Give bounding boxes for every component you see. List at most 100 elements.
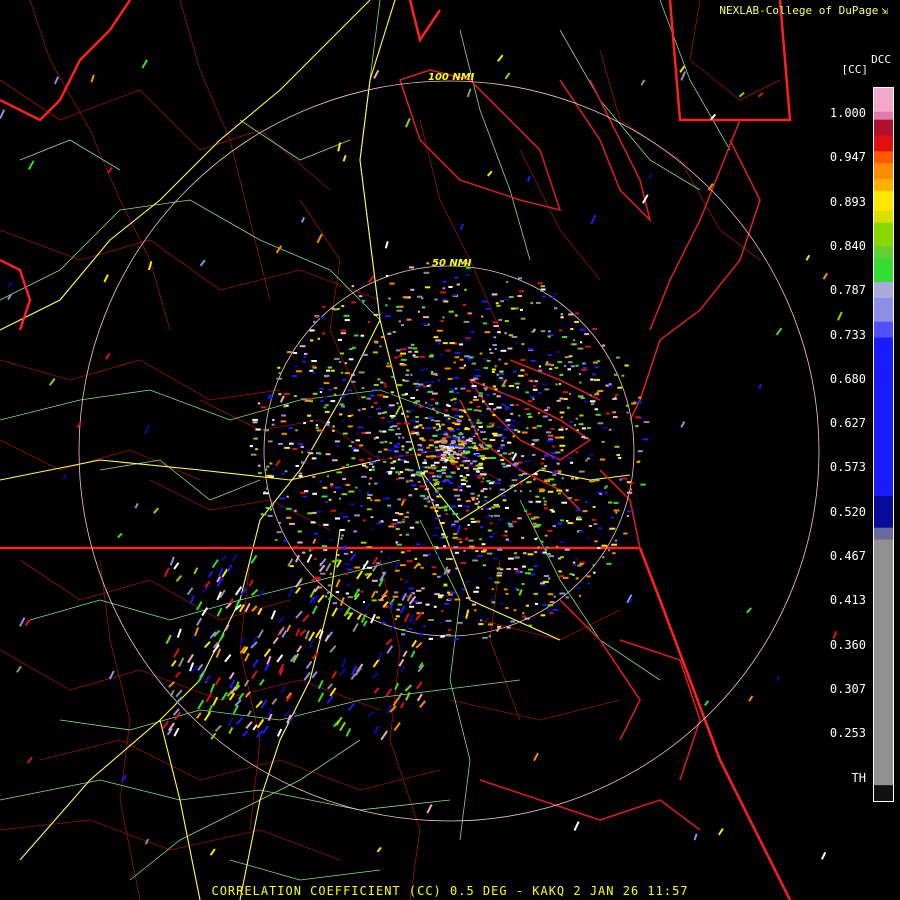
radar-return	[540, 330, 546, 333]
radar-return	[359, 459, 364, 462]
radar-return	[407, 378, 410, 381]
radar-return	[406, 480, 409, 483]
radar-return	[513, 568, 518, 570]
radar-return	[308, 398, 313, 400]
radar-return	[383, 411, 388, 414]
radar-return	[414, 404, 417, 407]
radar-return	[401, 521, 405, 524]
radar-return	[320, 572, 326, 575]
radar-return	[463, 364, 466, 367]
radar-return	[368, 482, 371, 485]
radar-return	[433, 336, 439, 339]
radar-return	[437, 506, 441, 509]
radar-return	[626, 411, 629, 414]
radar-return	[601, 544, 608, 547]
radar-return	[400, 564, 406, 567]
radar-return	[432, 534, 439, 537]
radar-return	[454, 387, 458, 390]
radar-return	[507, 557, 514, 560]
radar-return	[320, 400, 324, 403]
radar-return	[278, 393, 282, 396]
radar-return	[597, 422, 604, 425]
radar-return	[347, 425, 353, 428]
radar-return	[374, 499, 381, 502]
radar-return	[442, 280, 447, 283]
radar-return	[559, 444, 566, 447]
radar-return	[596, 360, 601, 363]
radar-return	[344, 372, 350, 375]
radar-return	[425, 427, 432, 430]
radar-return	[614, 445, 620, 448]
radar-return	[546, 406, 550, 409]
radar-return	[481, 543, 486, 546]
radar-return	[396, 478, 399, 481]
radar-return	[288, 427, 293, 430]
radar-return	[476, 497, 479, 500]
radar-return	[544, 453, 548, 456]
radar-return	[471, 387, 476, 389]
radar-return	[266, 487, 269, 490]
radar-return	[463, 320, 470, 323]
radar-return	[271, 423, 275, 426]
radar-return	[461, 588, 466, 591]
radar-return	[388, 404, 395, 407]
radar-return	[393, 591, 399, 594]
radar-return	[453, 361, 456, 364]
radar-return	[350, 551, 353, 554]
radar-return	[530, 517, 536, 520]
radar-return	[626, 515, 629, 517]
radar-return	[392, 595, 399, 598]
radar-return	[518, 277, 522, 280]
radar-return	[593, 523, 598, 526]
radar-return	[281, 472, 285, 475]
radar-return	[398, 355, 403, 357]
radar-return	[438, 433, 443, 436]
radar-return	[373, 401, 378, 404]
radar-return	[543, 575, 550, 577]
radar-return	[339, 361, 342, 363]
radar-return	[532, 453, 536, 456]
radar-return	[459, 541, 463, 544]
radar-return	[427, 390, 433, 393]
radar-return	[435, 339, 441, 342]
radar-return	[621, 374, 625, 377]
radar-return	[397, 443, 401, 445]
radar-return	[500, 300, 504, 303]
radar-return	[434, 527, 440, 529]
radar-return	[446, 456, 452, 459]
radar-return	[371, 395, 375, 397]
radar-return	[467, 312, 473, 315]
radar-return	[394, 450, 399, 453]
radar-return	[601, 440, 605, 443]
radar-return	[440, 635, 445, 638]
radar-return	[528, 500, 531, 503]
radar-return	[488, 348, 492, 351]
radar-return	[434, 420, 441, 422]
radar-return	[250, 453, 257, 456]
radar-return	[589, 400, 596, 403]
radar-return	[513, 370, 517, 373]
radar-return	[299, 345, 306, 348]
radar-return	[551, 452, 556, 455]
radar-return	[482, 400, 485, 403]
radar-return	[421, 297, 424, 300]
radar-return	[577, 395, 584, 398]
radar-return	[544, 409, 549, 412]
legend-tick-label: 0.253	[829, 726, 866, 741]
radar-return	[367, 457, 372, 460]
radar-return	[418, 424, 423, 427]
radar-return	[326, 369, 331, 372]
radar-return	[551, 510, 555, 513]
radar-return	[436, 495, 440, 498]
radar-return	[296, 370, 302, 373]
radar-return	[415, 420, 419, 423]
radar-return	[443, 439, 448, 442]
radar-return	[527, 400, 533, 403]
radar-return	[348, 358, 354, 361]
radar-return	[376, 562, 381, 565]
radar-return	[481, 315, 484, 318]
radar-return	[560, 519, 564, 522]
radar-return	[527, 553, 534, 556]
radar-return	[458, 415, 464, 418]
radar-return	[546, 546, 549, 549]
